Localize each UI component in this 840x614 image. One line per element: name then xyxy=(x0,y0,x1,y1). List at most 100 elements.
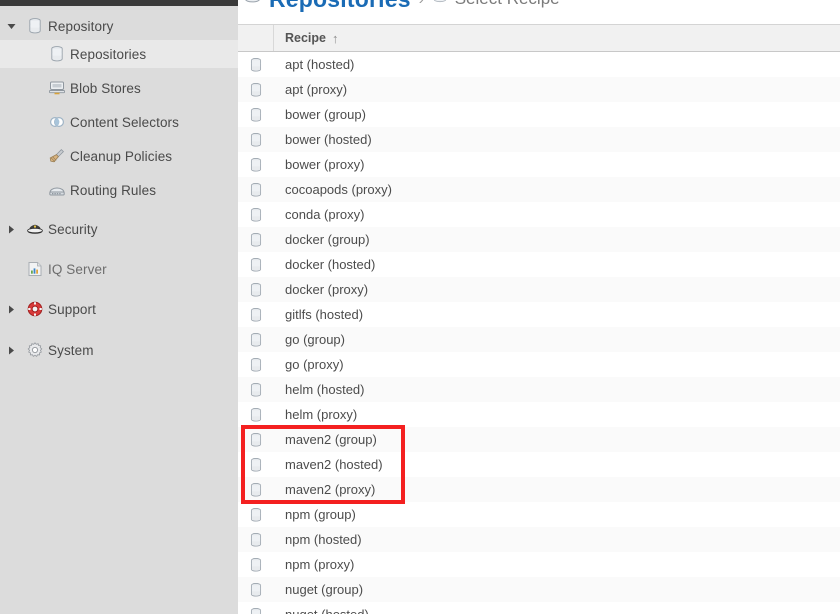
triangle-right-icon[interactable] xyxy=(0,225,22,234)
database-icon xyxy=(248,357,264,373)
table-row[interactable]: docker (group) xyxy=(238,227,840,252)
database-icon xyxy=(248,107,264,123)
table-row[interactable]: nuget (hosted) xyxy=(238,602,840,614)
row-database-icon xyxy=(238,357,274,373)
database-icon xyxy=(248,532,264,548)
sidebar-item-blob-stores[interactable]: Blob Stores xyxy=(0,74,238,102)
recipe-cell: cocoapods (proxy) xyxy=(285,182,392,197)
sidebar-item-iq-server[interactable]: IQ Server xyxy=(0,255,238,283)
row-database-icon xyxy=(238,157,274,173)
row-database-icon xyxy=(238,507,274,523)
recipe-cell: helm (proxy) xyxy=(285,407,358,422)
table-row[interactable]: bower (proxy) xyxy=(238,152,840,177)
table-row[interactable]: npm (proxy) xyxy=(238,552,840,577)
sidebar-item-label: Routing Rules xyxy=(70,182,157,198)
sidebar-item-repositories[interactable]: Repositories xyxy=(0,40,238,68)
database-icon xyxy=(248,157,264,173)
database-icon xyxy=(248,457,264,473)
database-icon xyxy=(432,0,448,9)
table-row[interactable]: go (proxy) xyxy=(238,352,840,377)
database-icon xyxy=(248,307,264,323)
row-database-icon xyxy=(238,582,274,598)
table-row[interactable]: maven2 (group) xyxy=(238,427,840,452)
sidebar-spacer xyxy=(0,323,238,336)
sidebar-item-label: IQ Server xyxy=(48,261,107,277)
sidebar-item-repository[interactable]: Repository xyxy=(0,12,238,40)
table-row[interactable]: cocoapods (proxy) xyxy=(238,177,840,202)
recipe-cell: npm (hosted) xyxy=(285,532,362,547)
database-icon xyxy=(22,17,48,35)
table-row[interactable]: bower (group) xyxy=(238,102,840,127)
table-row[interactable]: npm (group) xyxy=(238,502,840,527)
triangle-right-icon[interactable] xyxy=(0,305,22,314)
table-row[interactable]: docker (hosted) xyxy=(238,252,840,277)
sidebar-item-content-selectors[interactable]: Content Selectors xyxy=(0,108,238,136)
sidebar-item-support[interactable]: Support xyxy=(0,295,238,323)
gear-icon xyxy=(26,341,44,359)
sidebar-item-security[interactable]: Security xyxy=(0,215,238,243)
recipe-cell: nuget (hosted) xyxy=(274,607,840,614)
recipe-cell: npm (proxy) xyxy=(285,557,355,572)
table-row[interactable]: maven2 (hosted) xyxy=(238,452,840,477)
recipe-cell: gitlfs (hosted) xyxy=(285,307,364,322)
sidebar-item-label: Content Selectors xyxy=(70,114,180,130)
recipe-cell: bower (group) xyxy=(285,107,366,122)
table-row[interactable]: go (group) xyxy=(238,327,840,352)
content-selector-icon xyxy=(48,113,66,131)
table-row[interactable]: helm (proxy) xyxy=(238,402,840,427)
recipe-cell: maven2 (group) xyxy=(285,432,377,447)
sidebar-item-label: Blob Stores xyxy=(70,80,141,96)
recipe-cell: nuget (group) xyxy=(285,582,364,597)
iq-server-icon xyxy=(26,260,44,278)
table-row[interactable]: bower (hosted) xyxy=(238,127,840,152)
grid-body: apt (hosted) apt (proxy) bower (group) b… xyxy=(238,52,840,614)
iq-server-icon xyxy=(22,260,48,278)
table-row[interactable]: helm (hosted) xyxy=(238,377,840,402)
table-row[interactable]: conda (proxy) xyxy=(238,202,840,227)
sidebar-item-label: Cleanup Policies xyxy=(70,148,173,164)
content-selector-icon xyxy=(44,113,70,131)
database-icon xyxy=(248,407,264,423)
table-row[interactable]: maven2 (proxy) xyxy=(238,477,840,502)
database-icon xyxy=(248,57,264,73)
database-icon xyxy=(26,17,44,35)
table-row[interactable]: npm (hosted) xyxy=(238,527,840,552)
triangle-right-icon[interactable] xyxy=(0,346,22,355)
database-icon xyxy=(248,507,264,523)
database-icon xyxy=(248,557,264,573)
breadcrumb-item-repositories[interactable]: Repositories xyxy=(243,0,411,13)
database-icon xyxy=(248,257,264,273)
sidebar: Repository Repositories Blob Stores Cont… xyxy=(0,0,238,614)
row-database-icon xyxy=(238,607,274,614)
sort-ascending-icon: ↑ xyxy=(332,30,339,46)
grid-header-icon-column xyxy=(238,25,274,51)
table-row[interactable]: nuget (group) xyxy=(238,577,840,602)
triangle-down-icon[interactable] xyxy=(0,22,22,31)
blob-store-icon xyxy=(48,79,66,97)
recipe-cell: bower (proxy) xyxy=(285,157,365,172)
sidebar-item-routing-rules[interactable]: Routing Rules xyxy=(0,176,238,204)
table-row[interactable]: apt (hosted) xyxy=(238,52,840,77)
recipe-cell: apt (hosted) xyxy=(285,57,355,72)
recipe-cell: maven2 (hosted) xyxy=(285,457,383,472)
row-database-icon xyxy=(238,532,274,548)
sidebar-item-system[interactable]: System xyxy=(0,336,238,364)
table-row[interactable]: apt (proxy) xyxy=(238,77,840,102)
row-database-icon xyxy=(238,307,274,323)
gear-icon xyxy=(22,341,48,359)
database-icon xyxy=(248,82,264,98)
breadcrumb-item-select-recipe: Select Recipe xyxy=(432,0,560,9)
database-icon xyxy=(248,232,264,248)
sidebar-item-cleanup-policies[interactable]: Cleanup Policies xyxy=(0,142,238,170)
row-database-icon xyxy=(238,257,274,273)
table-row[interactable]: docker (proxy) xyxy=(238,277,840,302)
recipe-cell: apt (proxy) xyxy=(285,82,348,97)
app-root: Repository Repositories Blob Stores Cont… xyxy=(0,0,840,614)
recipe-cell: maven2 (proxy) xyxy=(285,482,376,497)
row-database-icon xyxy=(238,82,274,98)
sidebar-item-label: Repository xyxy=(48,18,114,34)
database-icon xyxy=(48,45,66,63)
sidebar-nav-list: Repository Repositories Blob Stores Cont… xyxy=(0,12,238,364)
grid-header-recipe-column[interactable]: Recipe ↑ xyxy=(274,25,840,51)
table-row[interactable]: gitlfs (hosted) xyxy=(238,302,840,327)
